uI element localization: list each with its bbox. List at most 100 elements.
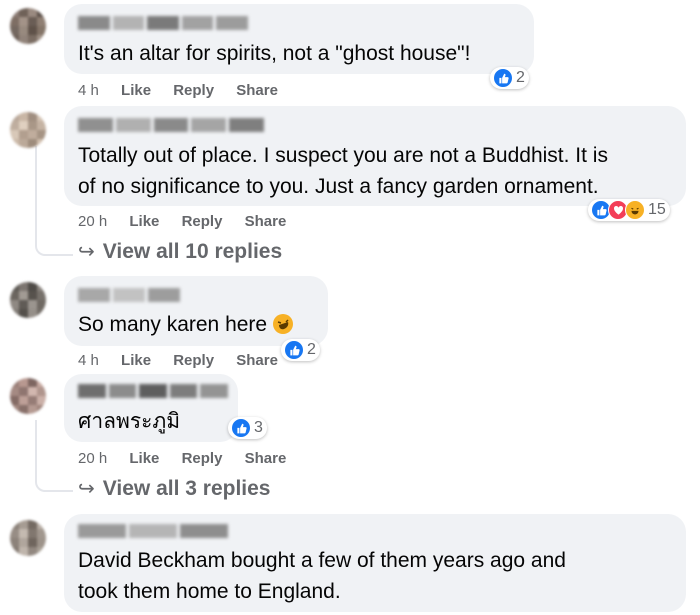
comment-timestamp[interactable]: 4 h <box>78 82 99 99</box>
name-redaction-block <box>169 384 198 398</box>
name-redaction-block <box>78 16 110 30</box>
commenter-name-redacted[interactable] <box>78 288 180 302</box>
comment-timestamp[interactable]: 4 h <box>78 352 99 369</box>
view-replies-link[interactable]: ↪ View all 10 replies <box>78 239 282 264</box>
avatar-pixel <box>19 405 28 414</box>
commenter-name-redacted[interactable] <box>78 118 264 132</box>
like-button[interactable]: Like <box>121 352 151 369</box>
reaction-count: 2 <box>307 341 316 358</box>
reaction-count: 15 <box>648 201 666 218</box>
avatar-pixel <box>28 538 37 547</box>
name-redaction-block <box>139 384 167 398</box>
name-redaction-block <box>78 288 110 302</box>
reaction-count: 3 <box>254 419 263 436</box>
view-replies-link[interactable]: ↪ View all 3 replies <box>78 476 270 501</box>
avatar-pixel <box>28 282 37 291</box>
avatar-pixel <box>19 378 28 387</box>
reply-button[interactable]: Reply <box>173 82 214 99</box>
avatar-pixel <box>37 291 46 300</box>
avatar[interactable] <box>10 112 46 148</box>
reply-arrow-icon: ↪ <box>78 478 95 500</box>
avatar-pixel <box>19 396 28 405</box>
avatar-pixel <box>37 547 46 556</box>
avatar-pixel <box>10 35 19 44</box>
avatar-pixel <box>37 529 46 538</box>
avatar-pixel <box>19 538 28 547</box>
avatar-pixel <box>19 387 28 396</box>
avatar-pixel <box>28 300 37 309</box>
comment-text-content: So many karen here <box>78 313 268 336</box>
view-replies-label: View all 3 replies <box>102 477 271 500</box>
avatar-pixel <box>19 17 28 26</box>
commenter-name-redacted[interactable] <box>78 524 228 538</box>
avatar-pixel <box>28 17 37 26</box>
avatar-pixel <box>19 112 28 121</box>
avatar[interactable] <box>10 282 46 318</box>
comment-actions: 20 h Like Reply Share <box>78 213 304 230</box>
avatar-pixel <box>10 405 19 414</box>
like-button[interactable]: Like <box>129 213 159 230</box>
avatar-pixel <box>37 405 46 414</box>
comment-text: So many karen here <box>78 309 294 340</box>
avatar-pixel <box>37 520 46 529</box>
avatar-pixel <box>37 387 46 396</box>
avatar-pixel <box>37 538 46 547</box>
avatar-pixel <box>37 8 46 17</box>
avatar[interactable] <box>10 8 46 44</box>
comment-actions: 4 h Like Reply Share <box>78 352 296 369</box>
avatar-pixel <box>28 396 37 405</box>
avatar-pixel <box>28 130 37 139</box>
avatar-pixel <box>19 26 28 35</box>
avatar-pixel <box>28 405 37 414</box>
comment-timestamp[interactable]: 20 h <box>78 213 107 230</box>
name-redaction-block <box>112 16 145 30</box>
share-button[interactable]: Share <box>245 450 287 467</box>
reaction-summary[interactable]: 3 <box>228 417 267 439</box>
avatar-pixel <box>10 396 19 405</box>
reaction-summary[interactable]: 15 <box>588 199 670 221</box>
commenter-name-redacted[interactable] <box>78 384 228 398</box>
reply-arrow-icon: ↪ <box>78 241 95 263</box>
comment-actions: 4 h Like Reply Share <box>78 82 296 99</box>
name-redaction-block <box>191 118 227 132</box>
avatar-pixel <box>37 309 46 318</box>
avatar-pixel <box>19 121 28 130</box>
avatar-pixel <box>28 291 37 300</box>
name-redaction-block <box>115 118 151 132</box>
avatar-pixel <box>28 35 37 44</box>
name-redaction-block <box>129 524 177 538</box>
avatar-pixel <box>19 520 28 529</box>
avatar-pixel <box>10 26 19 35</box>
like-button[interactable]: Like <box>129 450 159 467</box>
share-button[interactable]: Share <box>236 352 278 369</box>
avatar-pixel <box>28 520 37 529</box>
avatar-pixel <box>10 282 19 291</box>
reply-button[interactable]: Reply <box>182 213 223 230</box>
haha-reaction-icon <box>625 200 645 220</box>
share-button[interactable]: Share <box>236 82 278 99</box>
reaction-summary[interactable]: 2 <box>490 67 529 89</box>
avatar-pixel <box>37 17 46 26</box>
avatar-pixel <box>10 8 19 17</box>
avatar-pixel <box>28 387 37 396</box>
name-redaction-block <box>113 288 145 302</box>
comment-timestamp[interactable]: 20 h <box>78 450 107 467</box>
name-redaction-block <box>229 118 264 132</box>
reply-button[interactable]: Reply <box>182 450 223 467</box>
reply-button[interactable]: Reply <box>173 352 214 369</box>
avatar-pixel <box>19 291 28 300</box>
share-button[interactable]: Share <box>245 213 287 230</box>
avatar-pixel <box>37 26 46 35</box>
avatar[interactable] <box>10 520 46 556</box>
commenter-name-redacted[interactable] <box>78 16 248 30</box>
avatar-pixel <box>28 529 37 538</box>
name-redaction-block <box>148 288 180 302</box>
comment-actions: 20 h Like Reply Share <box>78 450 304 467</box>
avatar[interactable] <box>10 378 46 414</box>
avatar-pixel <box>19 309 28 318</box>
avatar-pixel <box>28 8 37 17</box>
like-button[interactable]: Like <box>121 82 151 99</box>
avatar-pixel <box>28 378 37 387</box>
comment-text-line-2: took them home to England. <box>78 580 341 603</box>
name-redaction-block <box>216 16 248 30</box>
